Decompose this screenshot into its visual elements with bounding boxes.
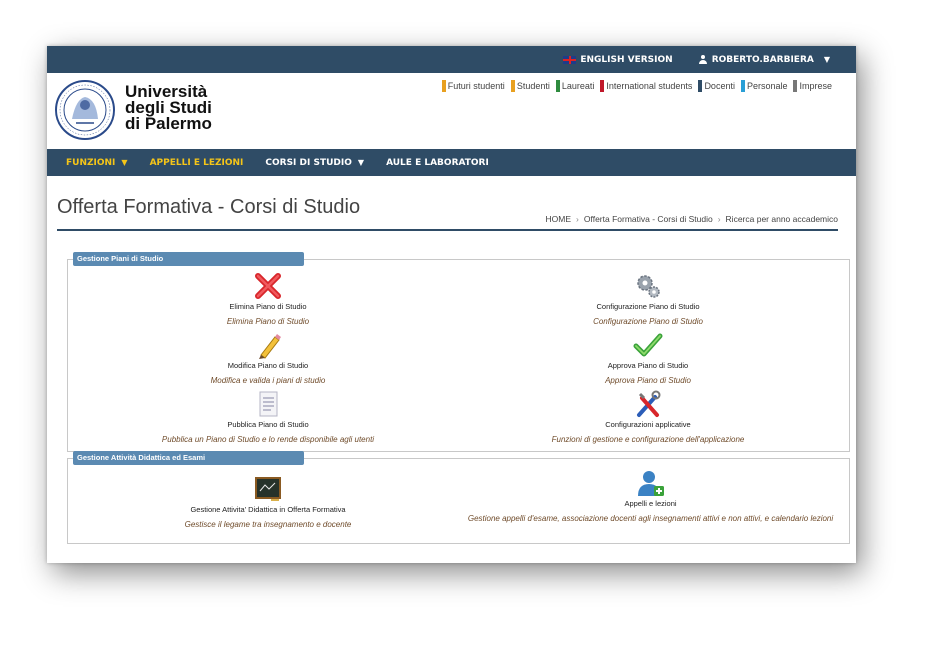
chevron-down-icon: ▼ [121,158,128,167]
gears-icon [637,275,660,298]
user-menu[interactable]: ROBERTO.BARBIERA ▼ [699,55,830,65]
user-name: ROBERTO.BARBIERA [711,54,814,65]
english-version-label: ENGLISH VERSION [580,54,673,65]
nav-appelli-e-lezioni[interactable]: APPELLI E LEZIONI [150,158,244,168]
audience-link-laureati[interactable]: Laureati [555,80,594,92]
delete-x-icon [255,273,281,299]
nav-funzioni[interactable]: FUNZIONI ▼ [66,158,128,168]
breadcrumb-current: Ricerca per anno accademico [725,214,838,224]
page-title: Offerta Formativa - Corsi di Studio [57,196,361,218]
english-version-link[interactable]: ENGLISH VERSION [563,54,673,65]
chevron-down-icon: ▼ [823,55,830,64]
audience-link-futuri-studenti[interactable]: Futuri studenti [441,80,505,92]
university-seal-icon [55,80,115,140]
top-bar: ENGLISH VERSION ROBERTO.BARBIERA ▼ [47,46,856,73]
nav-corsi-di-studio[interactable]: CORSI DI STUDIO ▼ [265,158,364,168]
audience-link-international-students[interactable]: International students [600,80,692,92]
nav-aule-e-laboratori[interactable]: AULE E LABORATORI [386,158,489,168]
tile-gestione-attivita-didattica[interactable]: Gestione Attivita' Didattica in Offerta … [123,475,413,530]
uk-flag-icon [563,55,577,64]
panel-label-attivita: Gestione Attività Didattica ed Esami [73,451,304,465]
panel-gestione-piani: Gestione Piani di Studio Elimina Piano d… [67,252,850,452]
user-add-icon [637,471,664,496]
breadcrumb-home[interactable]: HOME [546,214,572,224]
audience-link-docenti[interactable]: Docenti [698,80,735,92]
breadcrumb-offerta[interactable]: Offerta Formativa - Corsi di Studio [584,214,713,224]
university-logo-text[interactable]: Università degli Studi di Palermo [125,83,212,133]
breadcrumb-separator-icon: › [576,214,579,224]
tile-configurazioni-applicative[interactable]: Configurazioni applicative Funzioni di g… [518,390,778,445]
tile-pubblica-piano[interactable]: Pubblica Piano di Studio Pubblica un Pia… [138,390,398,445]
chevron-down-icon: ▼ [357,158,365,167]
audience-link-studenti[interactable]: Studenti [510,80,550,92]
checkmark-icon [633,333,663,357]
audience-link-imprese[interactable]: Imprese [793,80,832,92]
tools-icon [637,390,661,417]
breadcrumb: HOME › Offerta Formativa - Corsi di Stud… [546,214,838,224]
tile-appelli-e-lezioni[interactable]: Appelli e lezioni Gestione appelli d'esa… [463,469,838,524]
header: Università degli Studi di Palermo Futuri… [47,73,856,149]
audience-links: Futuri studenti Studenti Laureati Intern… [441,80,832,92]
tile-approva-piano[interactable]: Approva Piano di Studio Approva Piano di… [518,331,778,386]
panel-label-piani: Gestione Piani di Studio [73,252,304,266]
audience-link-personale[interactable]: Personale [740,80,787,92]
tile-modifica-piano[interactable]: Modifica Piano di Studio Modifica e vali… [138,331,398,386]
user-icon [699,55,708,64]
blackboard-icon [255,477,281,501]
logo-line-3: di Palermo [125,114,212,133]
tile-elimina-piano[interactable]: Elimina Piano di Studio Elimina Piano di… [138,272,398,327]
breadcrumb-separator-icon: › [717,214,721,224]
pencil-icon [259,334,281,359]
panel-gestione-attivita: Gestione Attività Didattica ed Esami Ges… [67,451,850,544]
tile-configurazione-piano[interactable]: Configurazione Piano di Studio Configura… [518,272,778,327]
title-divider [57,229,838,231]
browser-window: ENGLISH VERSION ROBERTO.BARBIERA ▼ Unive… [47,46,856,563]
main-nav: FUNZIONI ▼ APPELLI E LEZIONI CORSI DI ST… [47,149,856,176]
document-icon [259,391,278,417]
